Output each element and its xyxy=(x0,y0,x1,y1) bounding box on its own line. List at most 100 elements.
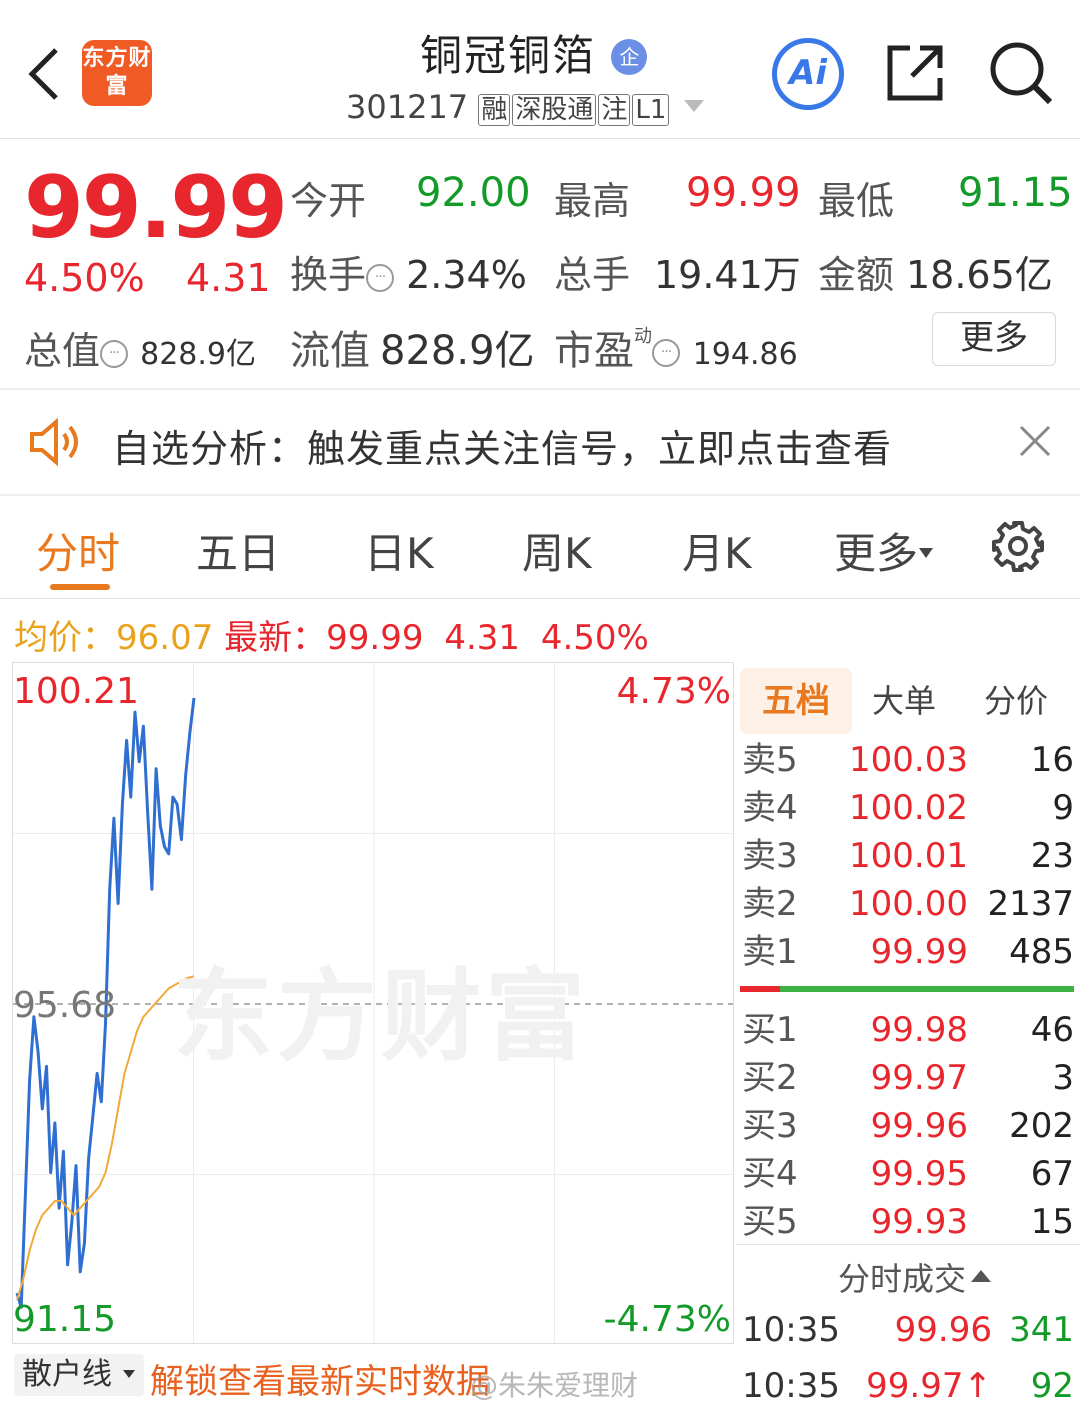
y-max-label: 100.21 xyxy=(13,671,139,712)
float-label: 流值 xyxy=(290,328,370,374)
ask-volume-4: 485 xyxy=(1009,932,1074,972)
bid-label-2: 买3 xyxy=(742,1106,798,1146)
dropdown-arrow-icon xyxy=(919,548,934,558)
amount-label: 金额 xyxy=(818,253,895,297)
tab-big-orders[interactable]: 大单 xyxy=(872,668,936,734)
market-cap[interactable]: 总值 ··· 828.9亿 xyxy=(24,320,256,375)
trade-time-0: 10:35 xyxy=(742,1310,840,1350)
tag-level1: L1 xyxy=(632,94,670,126)
ask-volume-2: 23 xyxy=(1030,836,1074,876)
current-price: 99.99 xyxy=(24,158,288,258)
ask-price-2: 100.01 xyxy=(849,836,968,876)
back-button[interactable] xyxy=(24,44,64,104)
retail-line-button[interactable]: 散户线 xyxy=(14,1354,144,1396)
bid-label-3: 买4 xyxy=(742,1154,798,1194)
dropdown-arrow-icon xyxy=(122,1370,135,1378)
tab-monthly-k[interactable]: 月K xyxy=(682,520,752,581)
pe-value: 194.86 xyxy=(692,337,798,372)
avg-value: 96.07 xyxy=(116,618,214,658)
low-label: 最低 xyxy=(818,179,895,223)
bid-price-3: 99.95 xyxy=(870,1154,968,1194)
trades-title: 分时成交 xyxy=(838,1260,967,1298)
bid-volume-0: 46 xyxy=(1030,1010,1074,1050)
trade-price-1: 99.97↑ xyxy=(866,1366,992,1406)
bid-price-0: 99.98 xyxy=(870,1010,968,1050)
tab-intraday[interactable]: 分时 xyxy=(36,520,120,581)
stock-code-row[interactable]: 301217 融深股通注 L1 xyxy=(346,88,706,126)
tab-five-levels[interactable]: 五档 xyxy=(740,668,852,734)
high-label: 最高 xyxy=(554,179,631,223)
banner-text: 自选分析：触发重点关注信号，立即点击查看 xyxy=(112,427,893,471)
close-icon[interactable] xyxy=(1018,424,1052,458)
ai-button[interactable]: Ai xyxy=(772,38,844,110)
turnover-value: 2.34% xyxy=(406,253,527,297)
tab-more[interactable]: 更多 xyxy=(834,520,934,581)
bid-volume-2: 202 xyxy=(1009,1106,1074,1146)
info-icon: ··· xyxy=(652,339,680,367)
ask-label-2: 卖3 xyxy=(742,836,798,876)
app-logo[interactable]: 东方财富 xyxy=(82,40,152,106)
order-book-tabs: 五档 大单 分价 xyxy=(740,668,1080,734)
bid-price-4: 99.93 xyxy=(870,1202,968,1242)
intraday-chart[interactable]: 东方财富 100.21 4.73% 95.68 91.15 -4.73% xyxy=(12,662,734,1344)
turnover-label: 换手 xyxy=(290,253,367,297)
unlock-realtime-link[interactable]: 解锁查看最新实时数据 xyxy=(150,1354,490,1403)
tab-weekly-k[interactable]: 周K xyxy=(522,520,592,581)
ask-label-0: 卖5 xyxy=(742,740,798,780)
chevron-left-icon xyxy=(28,48,58,100)
stock-code: 301217 xyxy=(346,88,469,126)
tab-daily-k[interactable]: 日K xyxy=(364,520,434,581)
ask-volume-1: 9 xyxy=(1052,788,1074,828)
dropdown-arrow-icon xyxy=(683,100,704,112)
pe-label: 市盈 xyxy=(554,328,634,374)
bid-volume-1: 3 xyxy=(1052,1058,1074,1098)
amount-value: 18.65亿 xyxy=(906,253,1053,297)
market-cap-label: 总值 xyxy=(24,329,101,373)
trade-price-0: 99.96 xyxy=(894,1310,992,1350)
bid-ask-ratio-bar xyxy=(740,986,1074,992)
active-tab-indicator xyxy=(50,584,110,590)
open-label: 今开 xyxy=(290,179,367,223)
y-mid-label: 95.68 xyxy=(13,985,117,1026)
ask-price-1: 100.02 xyxy=(849,788,968,828)
stock-title[interactable]: 铜冠铜箔 企 xyxy=(420,22,648,83)
tag-registered: 注 xyxy=(598,94,631,126)
open-value: 92.00 xyxy=(416,170,531,216)
trade-volume-1: 92 xyxy=(1030,1366,1074,1406)
more-button[interactable]: 更多 xyxy=(932,312,1056,366)
info-icon: ··· xyxy=(100,339,129,368)
pct-max-label: 4.73% xyxy=(616,671,731,712)
change-amount: 4.31 xyxy=(186,256,271,300)
pe-ratio[interactable]: 市盈动··· 194.86 xyxy=(554,318,798,376)
trade-time-1: 10:35 xyxy=(742,1366,840,1406)
tab-price-distribution[interactable]: 分价 xyxy=(984,668,1048,734)
ask-volume-3: 2137 xyxy=(987,884,1074,924)
enterprise-badge: 企 xyxy=(611,39,648,75)
search-icon xyxy=(990,42,1053,105)
pe-dynamic-mark: 动 xyxy=(634,326,652,347)
ask-price-3: 100.00 xyxy=(849,884,968,924)
tab-five-day[interactable]: 五日 xyxy=(196,520,280,581)
market-cap-value: 828.9亿 xyxy=(140,337,256,372)
bid-label-4: 买5 xyxy=(742,1202,798,1242)
analysis-banner[interactable]: 自选分析：触发重点关注信号，立即点击查看 xyxy=(0,390,1080,494)
speaker-icon xyxy=(30,418,78,466)
tag-margin: 融 xyxy=(478,94,511,126)
price-summary: 均价：96.07 最新：99.99 4.31 4.50% xyxy=(14,610,649,659)
settings-icon[interactable] xyxy=(992,520,1044,572)
ask-ratio-fill xyxy=(740,986,781,992)
ask-label-3: 卖2 xyxy=(742,884,798,924)
stock-name: 铜冠铜箔 xyxy=(420,31,597,80)
bid-volume-4: 15 xyxy=(1030,1202,1074,1242)
search-button[interactable] xyxy=(988,40,1054,110)
ask-label-4: 卖1 xyxy=(742,932,798,972)
turnover[interactable]: 换手 ··· 2.34% xyxy=(290,244,527,299)
share-button[interactable] xyxy=(884,42,946,108)
volume-value: 19.41万 xyxy=(654,253,801,297)
tag-connect: 深股通 xyxy=(512,94,597,126)
float-value: 828.9亿 xyxy=(380,328,535,374)
chart-watermark: 东方财富 xyxy=(173,958,589,1075)
trades-header[interactable]: 分时成交 xyxy=(838,1254,992,1300)
retail-line-label: 散户线 xyxy=(22,1357,112,1392)
bid-price-2: 99.96 xyxy=(870,1106,968,1146)
